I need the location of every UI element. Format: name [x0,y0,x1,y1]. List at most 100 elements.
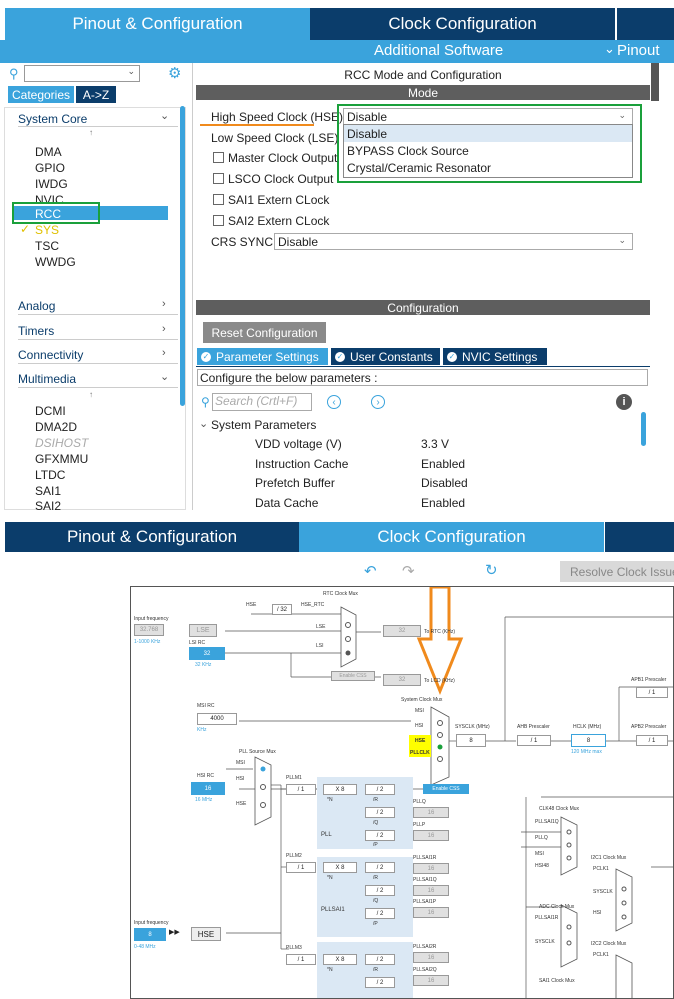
list-item-gpio[interactable]: GPIO [35,161,65,175]
list-item-sys[interactable]: SYS [35,223,59,237]
pllp-select[interactable]: / 2 [365,830,395,841]
list-item-sai1[interactable]: SAI1 [35,484,61,498]
chevron-down-icon[interactable]: ⌄ [127,66,135,77]
crs-sync-label: CRS SYNC [211,235,274,249]
additional-software-menu[interactable]: Additional Software [374,42,503,59]
parameter-search-input[interactable]: Search (Crtl+F) [212,393,312,411]
check-circle-icon: ✓ [201,351,211,362]
chevron-down-icon[interactable]: ⌄ [160,370,169,383]
sai2-extern-clock-checkbox[interactable] [213,215,224,229]
param-value-dcache[interactable]: Enabled [421,496,465,510]
params-scrollbar[interactable] [641,412,646,446]
pllsai1r-select[interactable]: / 2 [365,862,395,873]
next-match-icon[interactable]: › [371,395,385,409]
tab-nvic-settings[interactable]: ✓ NVIC Settings [443,348,547,365]
tab-overflow-2[interactable] [605,522,674,552]
pllsai1p-select[interactable]: / 2 [365,908,395,919]
group-system-core[interactable]: System Core [18,112,87,126]
pllsai2q-select[interactable]: / 2 [365,977,395,988]
master-clock-output-label: Master Clock Output [228,151,338,165]
msi-range-select[interactable]: 4000 [197,713,237,725]
hse-source-box[interactable]: HSE [191,927,221,941]
lsi-value-box[interactable]: 32 [189,647,225,660]
lse-source-box[interactable]: LSE [189,624,217,637]
pllsai1-label: PLLSAI1 [321,907,345,913]
list-item-wwdg[interactable]: WWDG [35,255,76,269]
tab-clock-configuration-2[interactable]: Clock Configuration [299,522,604,552]
rtc-enable-css-button[interactable]: Enable CSS [331,671,375,681]
tab-pinout-configuration-2[interactable]: Pinout & Configuration [5,522,299,552]
group-analog[interactable]: Analog [18,299,55,313]
hse-range-label: 0-48 MHz [134,944,156,950]
group-connectivity[interactable]: Connectivity [18,348,83,362]
plln-select[interactable]: X 8 [323,784,357,795]
system-parameters-section[interactable]: System Parameters [211,418,316,432]
redo-icon[interactable]: ↷ [402,562,415,580]
tab-overflow[interactable] [617,8,674,40]
adc-pllsai1r-label: PLLSAI1R [535,915,559,921]
pllsai2r-select[interactable]: / 2 [365,954,395,965]
pllsai1q-select[interactable]: / 2 [365,885,395,896]
crs-sync-select[interactable]: Disable ⌄ [274,233,633,250]
category-search-input[interactable]: ⌄ [24,65,140,82]
lse-frequency-input[interactable]: 32.768 [134,624,164,636]
list-item-ltdc[interactable]: LTDC [35,468,65,482]
sort-icon[interactable]: ↑ [89,128,93,137]
undo-icon[interactable]: ↶ [364,562,377,580]
pllq-select[interactable]: / 2 [365,807,395,818]
info-icon[interactable]: i [616,394,632,410]
panel-scroll-handle[interactable] [651,63,659,101]
pllsai1n-select[interactable]: X 8 [323,862,357,873]
list-item-iwdg[interactable]: IWDG [35,177,68,191]
tab-clock-configuration[interactable]: Clock Configuration [310,8,615,40]
pinout-menu[interactable]: Pinout [617,42,660,59]
param-value-prefetch[interactable]: Disabled [421,476,468,490]
sai1-extern-clock-checkbox[interactable] [213,194,224,208]
list-item-dcmi[interactable]: DCMI [35,404,66,418]
chevron-down-icon[interactable]: ⌄ [160,109,169,122]
apb1-prescaler-select[interactable]: / 1 [636,687,668,698]
param-value-icache[interactable]: Enabled [421,457,465,471]
pllm3-select[interactable]: / 1 [286,954,316,965]
gear-icon[interactable]: ⚙ [168,64,181,82]
resolve-clock-issues-button[interactable]: Resolve Clock Issue [560,561,674,582]
tab-categories[interactable]: Categories [8,86,74,103]
chevron-down-icon[interactable]: ⌄ [604,41,615,57]
group-timers[interactable]: Timers [18,324,54,338]
sidebar-scrollbar[interactable] [180,106,185,406]
hse-frequency-input[interactable]: 8 [134,928,166,941]
pllr-select[interactable]: / 2 [365,784,395,795]
group-multimedia[interactable]: Multimedia [18,372,76,386]
list-item-dma2d[interactable]: DMA2D [35,420,77,434]
apb1-prescaler-label: APB1 Prescaler [631,677,667,683]
pllm2-select[interactable]: / 1 [286,862,316,873]
chevron-right-icon[interactable]: › [162,347,166,359]
chevron-right-icon[interactable]: › [162,298,166,310]
list-item-dsihost[interactable]: DSIHOST [35,436,88,450]
tab-a-to-z[interactable]: A->Z [76,86,116,103]
lsco-clock-output-checkbox[interactable] [213,173,224,187]
hclk-input[interactable]: 8 [571,734,606,747]
hsi-value-box[interactable]: 16 [191,782,225,795]
tab-user-constants[interactable]: ✓ User Constants [331,348,440,365]
sys-enable-css-button[interactable]: Enable CSS [423,784,469,794]
list-item-dma[interactable]: DMA [35,145,62,159]
tab-pinout-configuration[interactable]: Pinout & Configuration [5,8,310,40]
sort-icon[interactable]: ↑ [89,390,93,399]
pllsai1r-output-label: PLLSAI1R [413,855,437,861]
tab-parameter-settings[interactable]: ✓ Parameter Settings [197,348,328,365]
ahb-prescaler-select[interactable]: / 1 [517,735,551,746]
list-item-tsc[interactable]: TSC [35,239,59,253]
pllm3-label: PLLM3 [286,945,302,951]
apb2-prescaler-select[interactable]: / 1 [636,735,668,746]
chevron-down-icon[interactable]: ⌄ [199,417,208,430]
master-clock-output-checkbox[interactable] [213,152,224,166]
prev-match-icon[interactable]: ‹ [327,395,341,409]
pllm1-select[interactable]: / 1 [286,784,316,795]
refresh-icon[interactable]: ↻ [485,561,498,579]
reset-configuration-button[interactable]: Reset Configuration [203,322,326,343]
chevron-right-icon[interactable]: › [162,323,166,335]
list-item-gfxmmu[interactable]: GFXMMU [35,452,88,466]
pllsai2n-select[interactable]: X 8 [323,954,357,965]
param-value-vdd[interactable]: 3.3 V [421,437,449,451]
